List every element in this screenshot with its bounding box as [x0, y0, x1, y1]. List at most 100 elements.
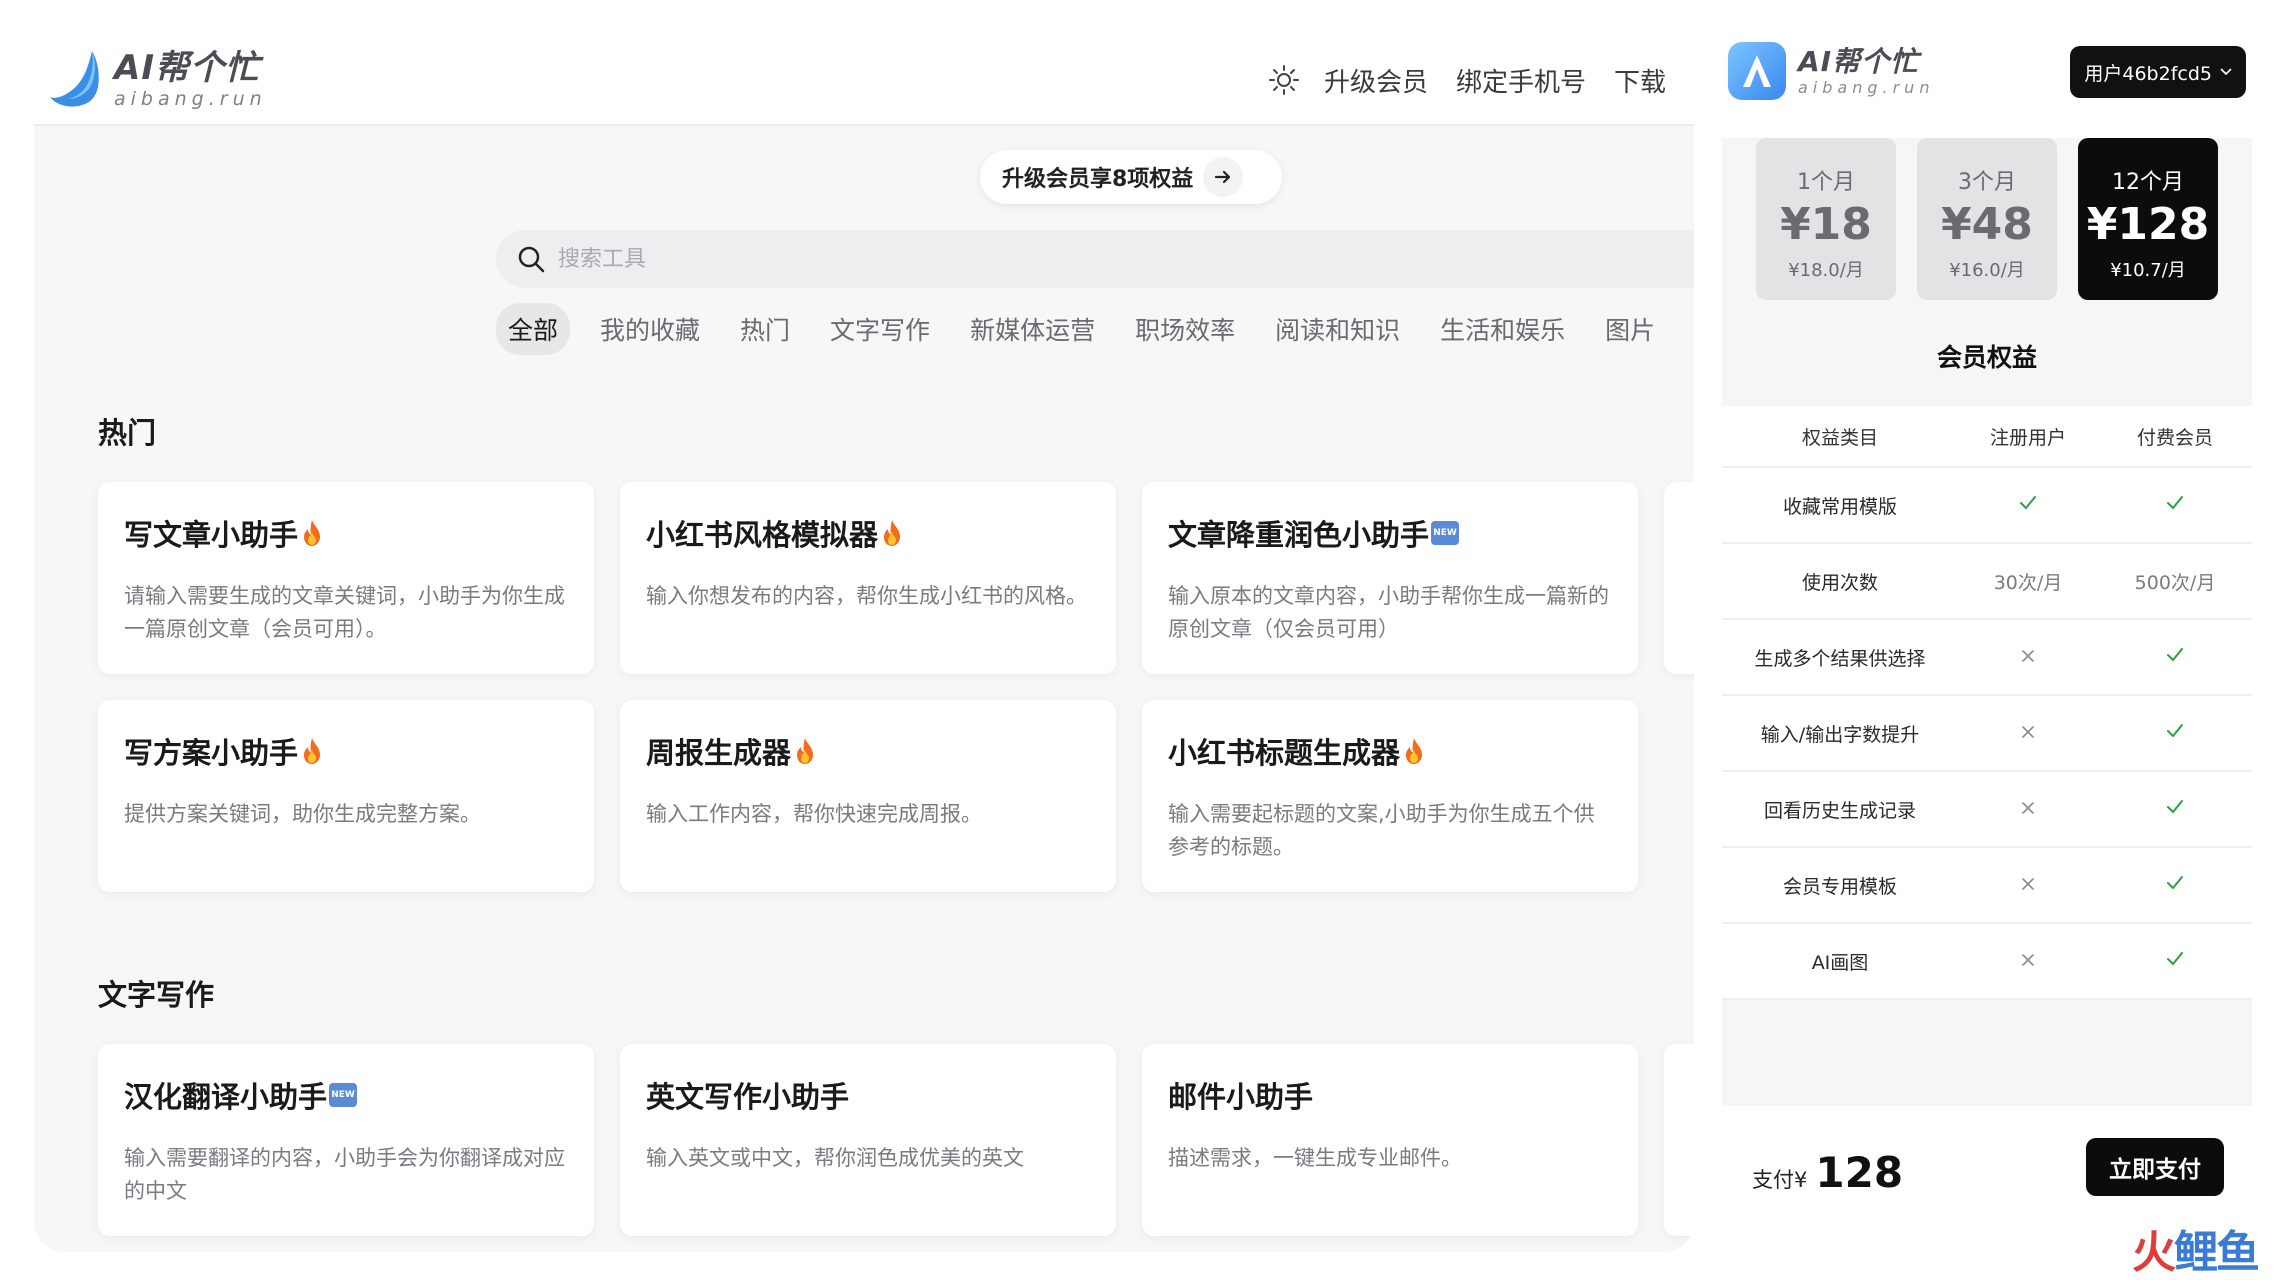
pay-label: 支付¥ — [1752, 1168, 1808, 1192]
card-title: 写方案小助手 — [124, 730, 568, 772]
cross-icon — [1958, 874, 2098, 896]
benefit-name: 输入/输出字数提升 — [1760, 723, 1920, 746]
brand-domain: aibang.run — [114, 88, 267, 110]
search-input[interactable] — [558, 246, 1458, 272]
tool-card[interactable]: 汉化翻译小助手 NEW 输入需要翻译的内容，小助手会为你翻译成对应的中文 — [98, 1044, 594, 1236]
new-badge-icon: NEW — [1431, 521, 1460, 545]
fire-icon — [884, 520, 901, 546]
tool-card-partial[interactable] — [1664, 482, 1694, 674]
tab-writing[interactable]: 文字写作 — [830, 311, 930, 347]
tool-card[interactable]: 写文章小助手 请输入需要生成的文章关键词，小助手为你生成一篇原创文章（会员可用）… — [98, 482, 594, 674]
tool-card-partial[interactable] — [1664, 1044, 1694, 1236]
benefit-name: AI画图 — [1811, 951, 1869, 974]
pay-now-button[interactable]: 立即支付 — [2086, 1138, 2224, 1196]
main-window: AI帮个忙 aibang.run 升级会员 绑定手机号 下载 升级会员享8项权益 — [34, 30, 1694, 1252]
sun-icon[interactable] — [1268, 64, 1300, 96]
fire-icon — [1406, 738, 1423, 764]
table-row: 会员专用模板 — [1722, 848, 2252, 924]
table-row: 使用次数 30次/月 500次/月 — [1722, 544, 2252, 620]
check-icon — [2098, 645, 2252, 670]
tab-all[interactable]: 全部 — [496, 303, 571, 355]
table-row: 生成多个结果供选择 — [1722, 620, 2252, 696]
user-account-label: 用户46b2fcd5 — [2084, 62, 2212, 85]
card-title: 小红书标题生成器 — [1168, 730, 1612, 772]
benefit-name: 生成多个结果供选择 — [1754, 647, 1926, 670]
tab-new-media[interactable]: 新媒体运营 — [970, 311, 1095, 347]
card-title: 英文写作小助手 — [646, 1080, 850, 1114]
section-title-hot: 热门 — [98, 416, 157, 450]
plan-price: ¥18 — [1780, 199, 1872, 250]
pay-total: 支付¥ 128 — [1752, 1148, 1903, 1197]
cross-icon — [1958, 798, 2098, 820]
table-row: 收藏常用模版 — [1722, 468, 2252, 544]
tab-work-efficiency[interactable]: 职场效率 — [1135, 311, 1235, 347]
brand-name: AI帮个忙 — [114, 48, 260, 88]
tool-card[interactable]: 英文写作小助手 输入英文或中文，帮你润色成优美的英文 — [620, 1044, 1116, 1236]
upgrade-banner-label: 升级会员享8项权益 — [1002, 167, 1194, 192]
table-row: 回看历史生成记录 — [1722, 772, 2252, 848]
plan-price: ¥48 — [1941, 199, 2033, 250]
plan-1-month[interactable]: 1个月 ¥18 ¥18.0/月 — [1756, 138, 1896, 300]
check-icon — [2098, 797, 2252, 822]
card-title: 小红书风格模拟器 — [646, 512, 1090, 554]
mobile-header: AI帮个忙 aibang.run 用户46b2fcd5 — [1722, 30, 2252, 138]
header-nav: 升级会员 绑定手机号 下载 — [1268, 60, 1694, 100]
check-icon — [1958, 493, 2098, 518]
fire-icon — [304, 520, 321, 546]
cross-icon — [1958, 722, 2098, 744]
column-header: 付费会员 — [2136, 426, 2213, 449]
nav-download[interactable]: 下载 — [1614, 62, 1666, 99]
benefit-value: 500次/月 — [2134, 571, 2216, 594]
card-description: 输入你想发布的内容，帮你生成小红书的风格。 — [646, 584, 1087, 608]
benefit-name: 使用次数 — [1801, 571, 1878, 594]
mobile-brand-name: AI帮个忙 — [1798, 45, 1920, 78]
card-description: 输入需要起标题的文案,小助手为你生成五个供参考的标题。 — [1168, 802, 1595, 859]
tab-image[interactable]: 图片 — [1605, 311, 1655, 347]
benefit-name: 收藏常用模版 — [1782, 495, 1897, 518]
card-title: 写文章小助手 — [124, 512, 568, 554]
plan-duration: 12个月 — [2112, 170, 2184, 195]
card-description: 描述需求，一键生成专业邮件。 — [1168, 1146, 1462, 1170]
mobile-brand-logo[interactable]: AI帮个忙 aibang.run — [1728, 42, 1934, 100]
top-header: AI帮个忙 aibang.run 升级会员 绑定手机号 下载 — [34, 30, 1694, 126]
column-header: 权益类目 — [1801, 426, 1878, 449]
benefit-value: 30次/月 — [1993, 571, 2063, 594]
plan-12-months[interactable]: 12个月 ¥128 ¥10.7/月 — [2078, 138, 2218, 300]
tool-card[interactable]: 文章降重润色小助手 NEW 输入原本的文章内容，小助手帮你生成一篇新的原创文章（… — [1142, 482, 1638, 674]
nav-upgrade-member[interactable]: 升级会员 — [1324, 62, 1428, 99]
tool-card[interactable]: 写方案小助手 提供方案关键词，助你生成完整方案。 — [98, 700, 594, 892]
fire-icon — [797, 738, 814, 764]
card-description: 输入工作内容，帮你快速完成周报。 — [646, 802, 982, 826]
plan-unit-price: ¥18.0/月 — [1788, 260, 1864, 281]
card-title: 邮件小助手 — [1168, 1080, 1314, 1114]
card-description: 输入英文或中文，帮你润色成优美的英文 — [646, 1146, 1024, 1170]
category-tabs: 全部 我的收藏 热门 文字写作 新媒体运营 职场效率 阅读和知识 生活和娱乐 图… — [496, 303, 1694, 355]
check-icon — [2098, 493, 2252, 518]
cross-icon — [1958, 646, 2098, 668]
fire-icon — [304, 738, 321, 764]
tab-reading[interactable]: 阅读和知识 — [1275, 311, 1400, 347]
mobile-brand-domain: aibang.run — [1798, 78, 1935, 97]
tool-card[interactable]: 小红书标题生成器 输入需要起标题的文案,小助手为你生成五个供参考的标题。 — [1142, 700, 1638, 892]
benefits-table: 权益类目 注册用户 付费会员 收藏常用模版 使用次数 30次/月 500次/月 生成多个… — [1722, 406, 2252, 1000]
nav-bind-phone[interactable]: 绑定手机号 — [1456, 62, 1586, 99]
benefit-name: 回看历史生成记录 — [1763, 799, 1916, 822]
card-title: 文章降重润色小助手 NEW — [1168, 512, 1612, 554]
section-title-writing: 文字写作 — [98, 978, 215, 1012]
user-account-button[interactable]: 用户46b2fcd5 — [2070, 46, 2246, 98]
watermark-logo: 火鲤鱼 — [2132, 1227, 2260, 1278]
tool-card[interactable]: 邮件小助手 描述需求，一键生成专业邮件。 — [1142, 1044, 1638, 1236]
tool-card[interactable]: 小红书风格模拟器 输入你想发布的内容，帮你生成小红书的风格。 — [620, 482, 1116, 674]
search-icon — [518, 246, 545, 273]
tab-hot[interactable]: 热门 — [740, 311, 790, 347]
tab-life[interactable]: 生活和娱乐 — [1440, 311, 1565, 347]
plan-unit-price: ¥10.7/月 — [2110, 260, 2186, 281]
plan-duration: 1个月 — [1797, 170, 1855, 195]
search-bar — [496, 230, 1694, 288]
tab-favorites[interactable]: 我的收藏 — [600, 311, 700, 347]
plan-3-months[interactable]: 3个月 ¥48 ¥16.0/月 — [1917, 138, 2057, 300]
app-logo-icon — [1728, 42, 1786, 100]
brand-logo[interactable]: AI帮个忙 aibang.run — [48, 44, 267, 114]
tool-card[interactable]: 周报生成器 输入工作内容，帮你快速完成周报。 — [620, 700, 1116, 892]
upgrade-banner-button[interactable]: 升级会员享8项权益 — [980, 150, 1282, 204]
